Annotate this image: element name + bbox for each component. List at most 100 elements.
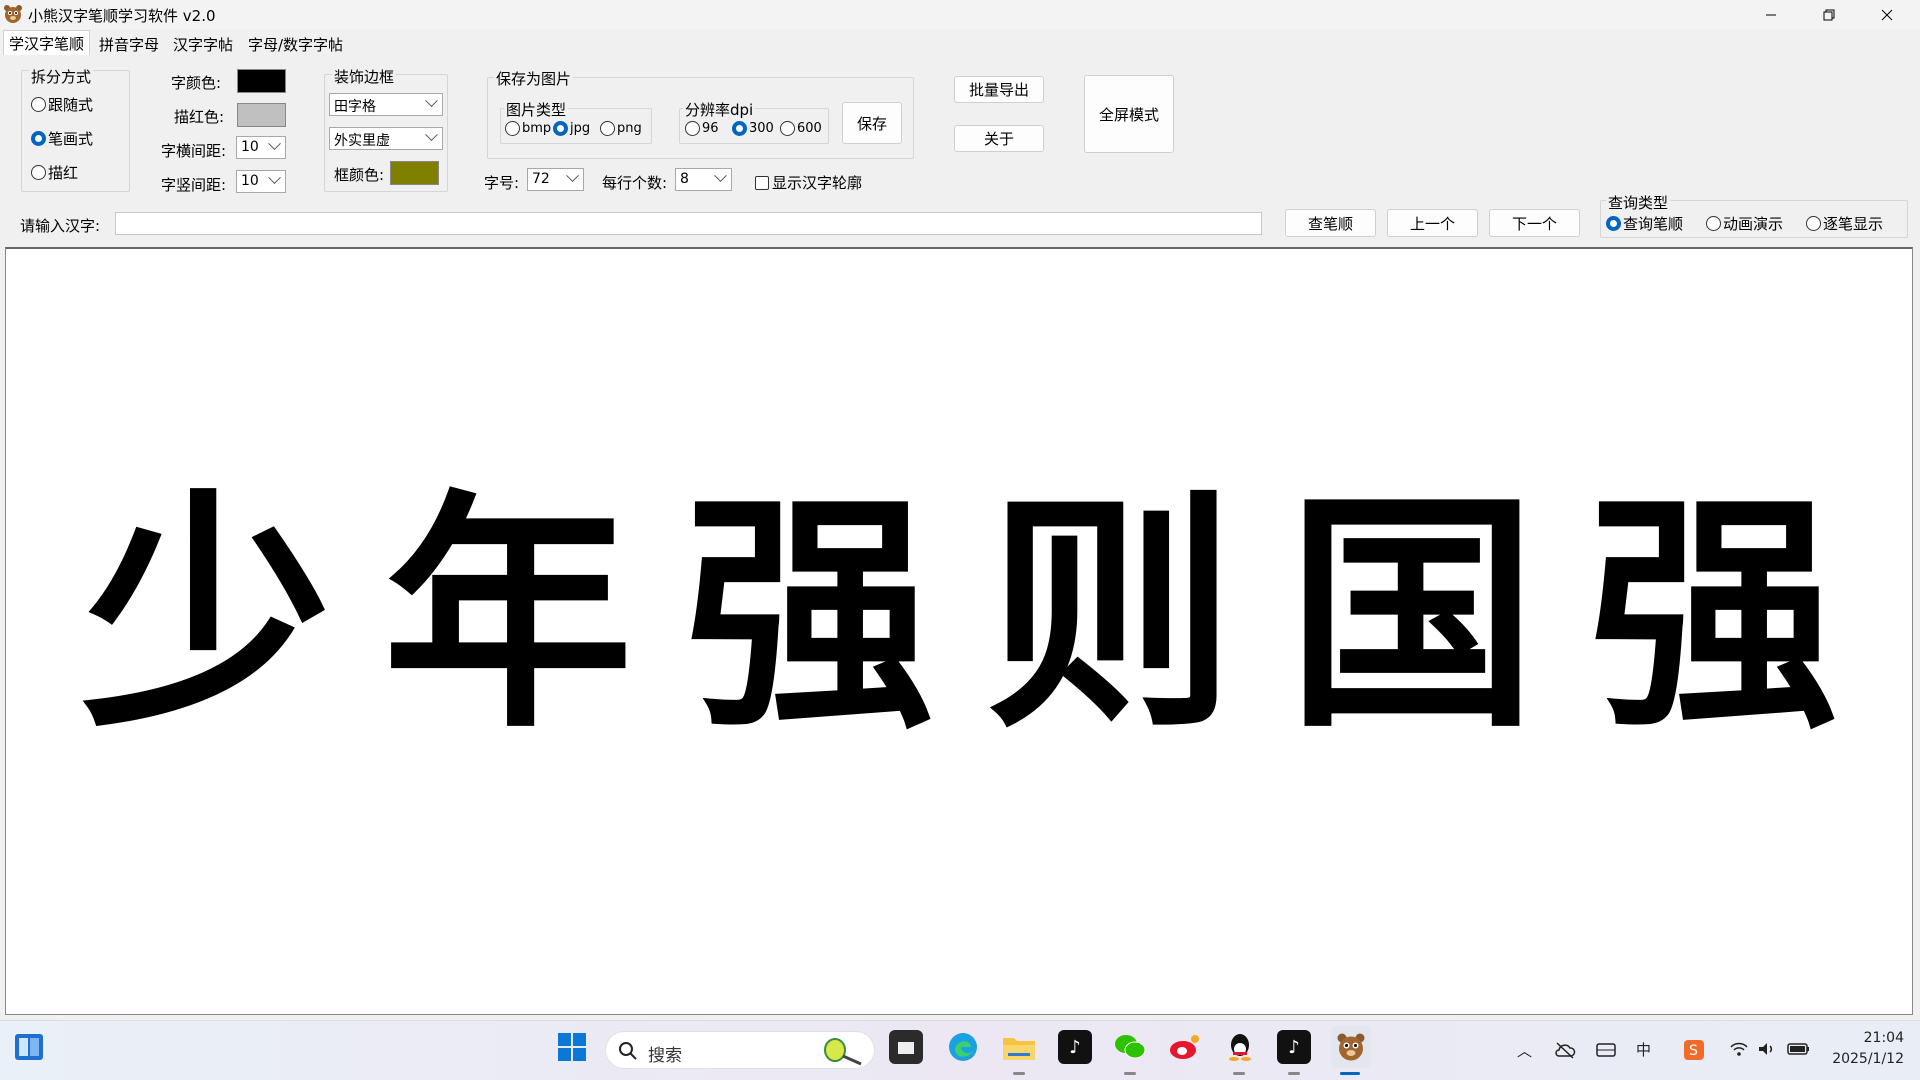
- clock-date[interactable]: 2025/1/12: [1832, 1051, 1904, 1067]
- dpi-300-radio[interactable]: 300: [732, 121, 774, 136]
- type-png-radio[interactable]: png: [600, 121, 642, 136]
- char-input-label: 请输入汉字:: [20, 217, 101, 235]
- hanzi-char: 少: [81, 467, 332, 761]
- grid-type-select[interactable]: 田字格: [329, 93, 443, 116]
- tray-overflow-icon[interactable]: ︿: [1517, 1040, 1532, 1061]
- dpi-96-radio[interactable]: 96: [685, 121, 719, 136]
- split-mode-title: 拆分方式: [29, 66, 94, 87]
- radio-dot: [600, 121, 615, 136]
- tiktok-button[interactable]: ♪: [1058, 1030, 1092, 1064]
- dpi-title: 分辨率dpi: [683, 99, 756, 120]
- h-spacing-select[interactable]: 10: [236, 136, 286, 159]
- file-explorer-button[interactable]: [1002, 1030, 1036, 1064]
- search-icon: [619, 1042, 637, 1060]
- font-size-label: 字号:: [484, 174, 520, 192]
- volume-icon[interactable]: [1757, 1041, 1777, 1057]
- minimize-button[interactable]: [1742, 0, 1800, 29]
- radio-label: bmp: [522, 121, 552, 136]
- radio-label: 动画演示: [1723, 215, 1784, 233]
- folder-icon: [1003, 1038, 1035, 1060]
- edge-button[interactable]: [946, 1030, 980, 1064]
- weibo-icon: [1170, 1035, 1199, 1059]
- query-animation-radio[interactable]: 动画演示: [1706, 213, 1783, 234]
- split-trace-radio[interactable]: 描红: [31, 162, 78, 183]
- h-spacing-label: 字横间距:: [161, 142, 227, 160]
- hanzi-char: 强: [684, 467, 935, 761]
- tab-letter-copybook[interactable]: 字母/数字字帖: [243, 32, 348, 56]
- type-jpg-radio[interactable]: jpg: [553, 121, 590, 136]
- tab-stroke-order[interactable]: 学汉字笔顺: [3, 30, 91, 56]
- dpi-600-radio[interactable]: 600: [780, 121, 822, 136]
- ime-indicator[interactable]: 中: [1636, 1039, 1651, 1060]
- taskbar-search[interactable]: 搜索: [605, 1031, 875, 1069]
- character-canvas[interactable]: 少 年 强 则 国 强: [5, 247, 1913, 1015]
- qq-button[interactable]: [1223, 1030, 1257, 1064]
- radio-dot: [31, 97, 46, 112]
- sogou-icon[interactable]: S: [1683, 1039, 1705, 1061]
- search-placeholder: 搜索: [648, 1046, 682, 1066]
- checkbox-box: [755, 175, 769, 190]
- keyboard-icon[interactable]: [1596, 1042, 1616, 1058]
- widgets-icon: [15, 1034, 43, 1060]
- radio-label: 600: [797, 121, 822, 136]
- line-style-select[interactable]: 外实里虚: [329, 127, 443, 150]
- next-button[interactable]: 下一个: [1489, 209, 1580, 237]
- radio-dot: [1706, 216, 1721, 231]
- radio-dot: [685, 121, 700, 136]
- radio-dot: [780, 121, 795, 136]
- font-size-select[interactable]: 72: [527, 168, 584, 191]
- border-title: 装饰边框: [332, 66, 397, 87]
- tab-pinyin[interactable]: 拼音字母: [94, 32, 164, 56]
- window-title: 小熊汉字笔顺学习软件 v2.0: [28, 7, 216, 25]
- hanzi-char: 年: [382, 467, 633, 761]
- v-spacing-select[interactable]: 10: [236, 170, 286, 193]
- split-stroke-radio[interactable]: 笔画式: [31, 128, 93, 149]
- clock-time[interactable]: 21:04: [1862, 1030, 1904, 1046]
- running-indicator: [1124, 1072, 1136, 1075]
- trace-color-label: 描红色:: [174, 108, 225, 126]
- tiktok2-icon: ♪: [1288, 1036, 1300, 1058]
- select-value: 72: [532, 171, 550, 187]
- prev-button[interactable]: 上一个: [1387, 209, 1478, 237]
- radio-label: 96: [702, 121, 719, 136]
- radio-dot: [31, 131, 46, 146]
- outline-checkbox[interactable]: 显示汉字轮廓: [755, 172, 862, 193]
- batch-export-button[interactable]: 批量导出: [954, 76, 1044, 103]
- task-view-button[interactable]: [889, 1030, 923, 1064]
- tab-hanzi-copybook[interactable]: 汉字字帖: [168, 32, 238, 56]
- tiktok2-button[interactable]: ♪: [1277, 1030, 1311, 1064]
- start-button[interactable]: [555, 1030, 589, 1064]
- wifi-icon[interactable]: [1729, 1041, 1749, 1057]
- wechat-button[interactable]: [1113, 1030, 1147, 1064]
- select-value: 10: [241, 173, 259, 189]
- tiktok-icon: ♪: [1069, 1036, 1081, 1058]
- widgets-button[interactable]: [12, 1030, 46, 1064]
- restore-button[interactable]: [1800, 0, 1858, 29]
- select-value: 田字格: [334, 99, 376, 115]
- frame-color-swatch[interactable]: [390, 161, 439, 185]
- checkbox-label: 显示汉字轮廓: [772, 174, 863, 192]
- per-row-select[interactable]: 8: [675, 168, 732, 191]
- query-strokes-radio[interactable]: 查询笔顺: [1606, 213, 1683, 234]
- radio-label: jpg: [570, 121, 591, 136]
- radio-label: 逐笔显示: [1823, 215, 1884, 233]
- about-button[interactable]: 关于: [954, 125, 1044, 152]
- battery-icon[interactable]: [1787, 1042, 1811, 1056]
- bear-app-taskbar-button[interactable]: [1331, 1026, 1371, 1068]
- char-input[interactable]: [115, 212, 1262, 235]
- cloud-offline-icon[interactable]: [1554, 1041, 1576, 1059]
- chevron-down-icon: [425, 94, 438, 108]
- fullscreen-button[interactable]: 全屏模式: [1084, 75, 1174, 153]
- save-image-title: 保存为图片: [494, 68, 574, 89]
- query-button[interactable]: 查笔顺: [1285, 209, 1376, 237]
- radio-label: png: [617, 121, 642, 136]
- query-step-radio[interactable]: 逐笔显示: [1806, 213, 1883, 234]
- save-button[interactable]: 保存: [842, 102, 902, 144]
- type-bmp-radio[interactable]: bmp: [505, 121, 551, 136]
- trace-color-swatch[interactable]: [237, 103, 286, 127]
- split-follow-radio[interactable]: 跟随式: [31, 94, 93, 115]
- weibo-button[interactable]: [1168, 1030, 1202, 1064]
- qq-icon: [1229, 1034, 1251, 1061]
- char-color-swatch[interactable]: [237, 69, 286, 93]
- close-button[interactable]: [1858, 0, 1916, 29]
